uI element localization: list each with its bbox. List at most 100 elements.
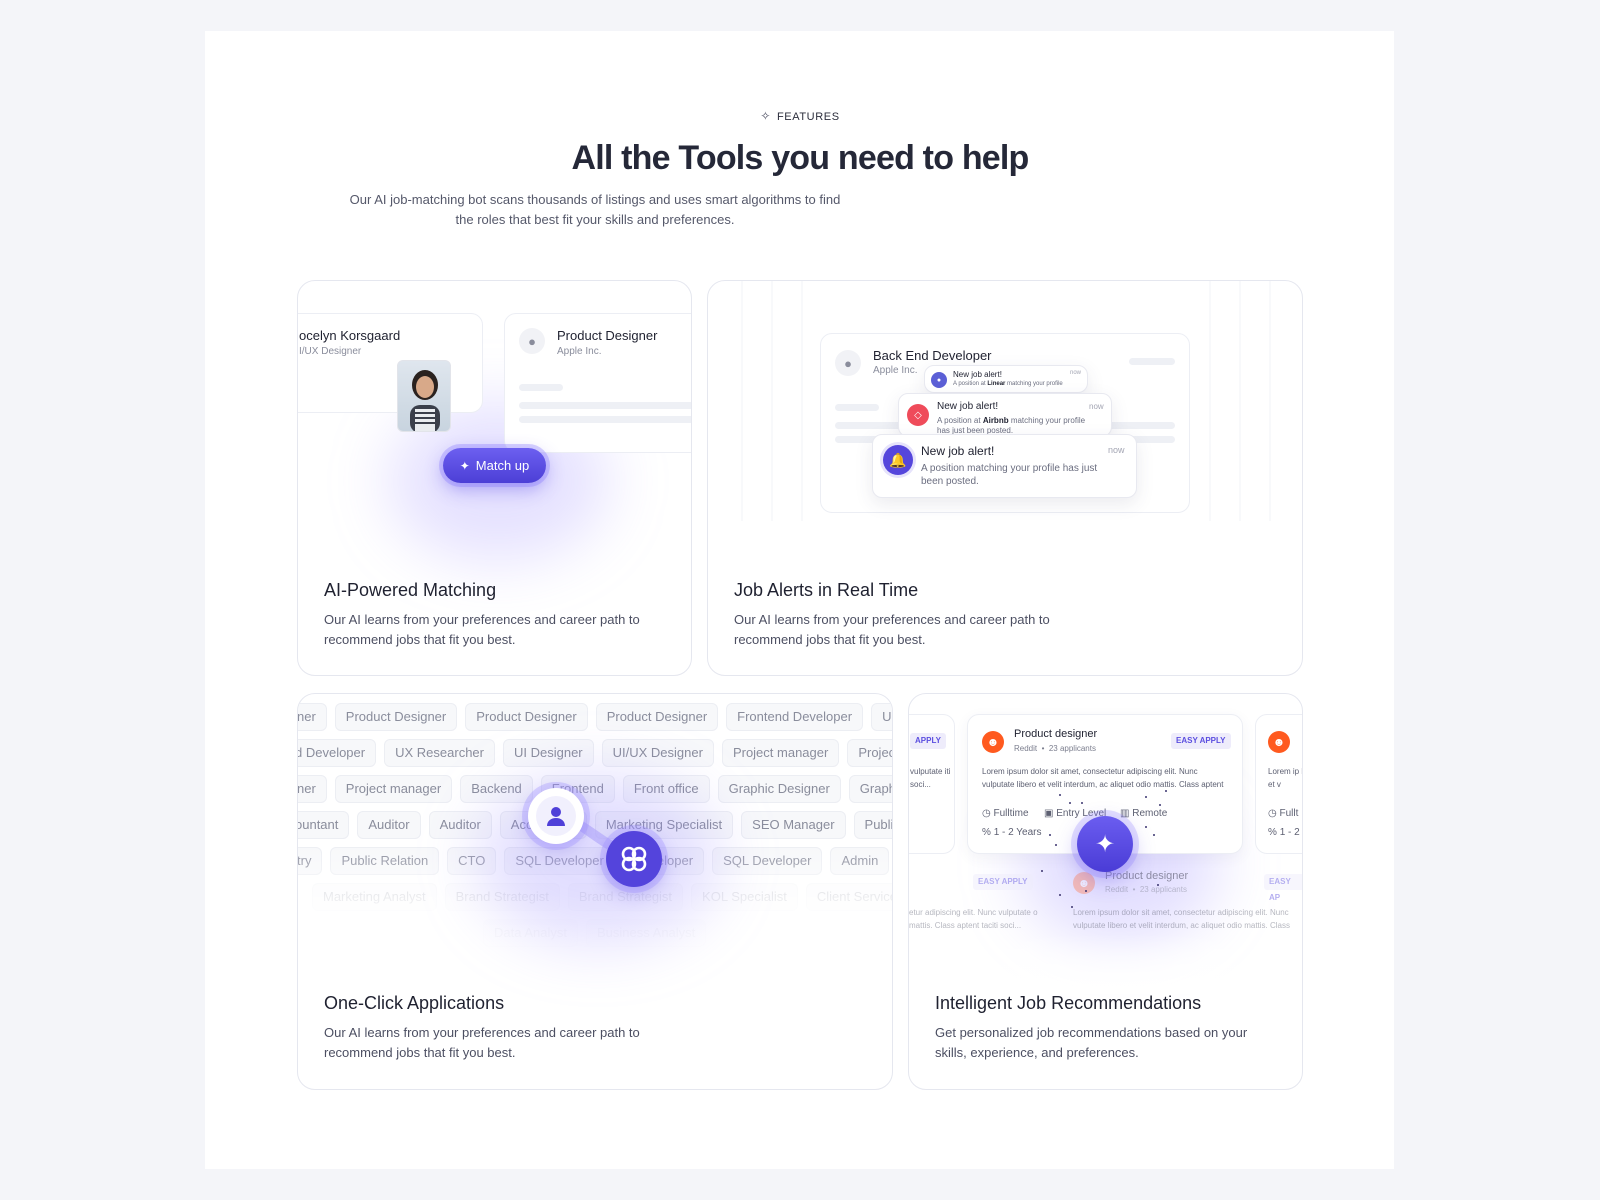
reddit-icon: ☻ <box>1073 872 1095 894</box>
card-description: Our AI learns from your preferences and … <box>734 612 1050 647</box>
job-description: Lorem ip libero et v <box>1268 767 1302 789</box>
applicants-count: 23 applicants <box>1048 744 1096 753</box>
easy-apply-badge: EASY APPLY <box>973 874 1033 890</box>
match-up-label: Match up <box>475 458 530 473</box>
apple-icon: ● <box>835 350 861 376</box>
tag-label: 1 - 2 <box>1279 827 1300 838</box>
card-description: Our AI learns from your preferences and … <box>324 1025 640 1060</box>
user-icon <box>536 796 576 836</box>
eyebrow-label: FEATURES <box>776 111 840 123</box>
alert-brand: Linear <box>987 381 1006 387</box>
speck <box>1055 844 1057 846</box>
speck <box>1069 802 1071 804</box>
card-description: Our AI learns from your preferences and … <box>324 612 640 647</box>
building-icon: ▥ <box>1120 808 1130 819</box>
company-node[interactable] <box>606 831 662 887</box>
job-description: vulputate iti soci... <box>910 767 951 789</box>
speck <box>1153 834 1155 836</box>
alert-title: New job alert! <box>921 444 995 458</box>
job-alert-notification[interactable]: ◇ New job alert! A position at Airbnb ma… <box>898 393 1112 437</box>
tag-fulltime: ◷ Fulltime <box>982 808 1029 819</box>
apple-icon: ● <box>519 328 545 354</box>
sparkle-icon: ✦ <box>459 458 470 473</box>
speck <box>1157 884 1159 886</box>
ai-sparkle-button[interactable]: ✦ <box>1077 816 1133 872</box>
alert-text: A position at Airbnb matching your profi… <box>937 416 1087 436</box>
easy-apply-badge: EASY AP <box>1264 874 1302 902</box>
job-title: Product Designer <box>557 328 658 343</box>
clock-icon: ◷ <box>1268 808 1277 819</box>
airbnb-icon: ◇ <box>907 404 929 426</box>
briefcase-icon: ▣ <box>1044 808 1054 819</box>
alert-brand: Airbnb <box>982 416 1009 425</box>
linear-icon: ● <box>931 372 947 388</box>
match-up-button[interactable]: ✦ Match up <box>443 448 546 483</box>
bell-icon: 🔔 <box>883 445 913 475</box>
speck <box>1041 870 1043 872</box>
job-company: Reddit <box>1014 744 1038 753</box>
job-title: Product designer <box>1105 870 1189 882</box>
speck <box>1081 802 1083 804</box>
speck <box>1159 804 1161 806</box>
profile-role: I/UX Designer <box>299 346 362 357</box>
connector-line <box>551 809 639 861</box>
placeholder-bar <box>519 384 563 391</box>
placeholder-bar <box>519 402 691 409</box>
placeholder-bar <box>835 404 879 411</box>
easy-apply-badge[interactable]: APPLY <box>910 733 946 749</box>
tag-remote: ▥ Remote <box>1120 808 1167 819</box>
alert-time: now <box>1089 402 1104 411</box>
job-alert-notification[interactable]: 🔔 New job alert! A position matching you… <box>872 434 1137 498</box>
company-logo-icon <box>621 846 647 872</box>
reddit-icon: ☻ <box>1268 731 1290 753</box>
job-description: Lorem ipsum dolor sit amet, consectetur … <box>1073 908 1290 930</box>
alert-text-suffix: matching your profile <box>1005 381 1063 387</box>
percent-icon: % <box>982 827 991 838</box>
card-title: One-Click Applications <box>324 993 505 1013</box>
tag-label: 1 - 2 Years <box>993 827 1042 838</box>
eyebrow: ✧ FEATURES <box>0 109 1600 123</box>
job-company: Apple Inc. <box>873 365 918 376</box>
card-title: Intelligent Job Recommendations <box>935 993 1202 1013</box>
card-job-alerts: ● Back End Developer Apple Inc. ● New jo… <box>707 280 1303 676</box>
tag-label: Fulltime <box>993 808 1029 819</box>
section-title: All the Tools you need to help <box>571 139 1029 177</box>
alert-title: New job alert! <box>953 370 1002 379</box>
card-title: Job Alerts in Real Time <box>734 580 919 600</box>
alert-text-prefix: A position at <box>953 381 988 387</box>
alert-time: now <box>1108 445 1125 455</box>
tag-fulltime: ◷ Fullt <box>1268 808 1298 819</box>
speck <box>1049 834 1051 836</box>
job-alert-notification[interactable]: ● New job alert! A position at Linear ma… <box>924 365 1088 393</box>
job-title: Product designer <box>1014 728 1098 740</box>
easy-apply-badge[interactable]: EASY APPLY <box>1171 733 1231 749</box>
sparkle-icon: ✧ <box>760 109 771 123</box>
profile-name: ocelyn Korsgaard <box>299 328 401 343</box>
alert-title: New job alert! <box>937 401 999 412</box>
job-card-partial: ☻ Lorem ip libero et v ◷ Fullt % 1 - 2 <box>1255 714 1302 854</box>
card-title: AI-Powered Matching <box>324 580 497 600</box>
card-recommendations: APPLY vulputate iti soci... ☻ Product de… <box>908 693 1303 1090</box>
job-card-partial: APPLY vulputate iti soci... <box>909 714 955 854</box>
card-ai-matching: ocelyn Korsgaard I/UX Designer ● Product… <box>297 280 692 676</box>
alert-text: A position at Linear matching your profi… <box>953 381 1063 387</box>
speck <box>1165 790 1167 792</box>
speck <box>1085 890 1087 892</box>
percent-icon: % <box>1268 827 1277 838</box>
job-description: Lorem ipsum dolor sit amet, consectetur … <box>982 767 1224 789</box>
alert-text: A position matching your profile has jus… <box>921 463 1098 487</box>
job-description: etur adipiscing elit. Nunc vulputate o m… <box>909 908 1038 930</box>
job-card: ● Product Designer Apple Inc. <box>504 313 691 453</box>
clock-icon: ◷ <box>982 808 991 819</box>
speck <box>1071 906 1073 908</box>
tag-label: Fullt <box>1279 808 1299 819</box>
section-subtitle: Our AI job-matching bot scans thousands … <box>349 192 841 227</box>
sparkle-icon: ✦ <box>1094 830 1116 858</box>
fade-overlay <box>909 934 1302 994</box>
user-node[interactable] <box>528 788 584 844</box>
speck <box>1145 796 1147 798</box>
job-company: Apple Inc. <box>557 346 602 357</box>
placeholder-bar <box>519 416 691 423</box>
applicants-count: 23 applicants <box>1139 885 1187 894</box>
speck <box>1059 794 1061 796</box>
